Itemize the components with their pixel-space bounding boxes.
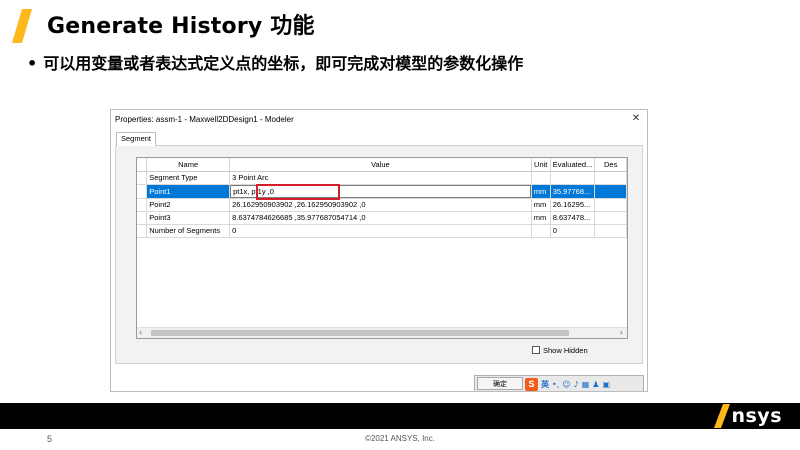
column-header-unit[interactable]: Unit — [531, 158, 551, 172]
cell-value[interactable]: 26.162950903902 ,26.162950903902 ,0 — [229, 198, 532, 212]
cell-value[interactable] — [229, 184, 532, 199]
cell-value[interactable]: 8.6374784626685 ,35.977687054714 ,0 — [229, 211, 532, 225]
cell-value[interactable]: 0 — [229, 224, 532, 238]
keyboard-icon[interactable]: ▦ — [582, 378, 590, 391]
table-row[interactable]: Point2 26.162950903902 ,26.162950903902 … — [137, 198, 627, 212]
table-row-selected[interactable]: Point1 mm 35.97768... — [137, 184, 627, 199]
cell-description — [594, 224, 627, 238]
table-row[interactable]: Point3 8.6374784626685 ,35.977687054714 … — [137, 211, 627, 225]
column-header-value[interactable]: Value — [229, 158, 532, 172]
cell-value[interactable]: 3 Point Arc — [229, 171, 532, 185]
footer-band: nsys — [0, 403, 800, 429]
toolbox-icon[interactable]: ▣ — [602, 378, 610, 391]
row-header — [137, 224, 148, 238]
horizontal-scrollbar[interactable]: ‹ › — [137, 327, 627, 338]
ansys-logo: nsys — [714, 403, 782, 429]
scroll-right-icon[interactable]: › — [620, 328, 623, 338]
cell-description — [594, 198, 627, 212]
row-header — [137, 198, 148, 212]
value-edit-field[interactable] — [230, 184, 531, 197]
table-row[interactable]: Number of Segments 0 0 — [137, 224, 627, 238]
slide-title: Generate History 功能 — [47, 14, 315, 39]
scrollbar-thumb[interactable] — [151, 330, 569, 336]
property-grid: Name Value Unit Evaluated... Des Segment… — [136, 157, 628, 339]
cell-name: Segment Type — [146, 171, 231, 185]
bullet-text: 可以用变量或者表达式定义点的坐标，即可完成对模型的参数化操作 — [43, 54, 524, 73]
ansys-logo-slash-icon — [714, 404, 731, 428]
ime-mode-label[interactable]: 英 — [541, 378, 549, 391]
emoji-icon[interactable]: ☺ — [562, 378, 570, 391]
cell-unit: mm — [531, 184, 551, 199]
property-table: Name Value Unit Evaluated... Des Segment… — [137, 158, 627, 238]
cell-name: Number of Segments — [146, 224, 231, 238]
dialog-footer: 确定 S 英 •, ☺ ♪ ▦ ♟ ▣ — [474, 375, 644, 391]
show-hidden-label: Show Hidden — [543, 346, 588, 355]
dialog-title: Properties: assm-1 - Maxwell2DDesign1 - … — [115, 115, 294, 124]
cell-evaluated: 0 — [550, 224, 596, 238]
close-icon[interactable]: ✕ — [629, 112, 643, 126]
ok-button[interactable]: 确定 — [477, 377, 523, 390]
cell-unit: mm — [531, 211, 551, 225]
cell-unit: mm — [531, 198, 551, 212]
table-row[interactable]: Segment Type 3 Point Arc — [137, 171, 627, 185]
column-header-name[interactable]: Name — [146, 158, 231, 172]
column-header-evaluated[interactable]: Evaluated... — [550, 158, 596, 172]
cell-evaluated: 8.637478... — [550, 211, 596, 225]
row-header-corner — [137, 158, 148, 172]
tab-segment[interactable]: Segment — [116, 132, 157, 146]
bullet-item: • 可以用变量或者表达式定义点的坐标，即可完成对模型的参数化操作 — [27, 50, 523, 74]
row-header — [137, 211, 148, 225]
row-header — [137, 171, 148, 185]
show-hidden-checkbox[interactable]: Show Hidden — [532, 346, 588, 355]
column-header-description[interactable]: Des — [594, 158, 627, 172]
scroll-left-icon[interactable]: ‹ — [139, 328, 142, 338]
punctuation-icon[interactable]: •, — [552, 378, 559, 391]
cell-name: Point1 — [146, 184, 231, 199]
checkbox-box[interactable] — [532, 346, 540, 354]
cell-description — [594, 211, 627, 225]
ime-toolbar: S 英 •, ☺ ♪ ▦ ♟ ▣ — [525, 377, 610, 391]
tab-strip: Segment — [115, 132, 643, 146]
ansys-logo-text: nsys — [731, 405, 782, 427]
cell-evaluated — [550, 171, 596, 185]
skin-icon[interactable]: ♟ — [592, 378, 599, 391]
row-header — [137, 184, 148, 199]
cell-evaluated: 35.97768... — [550, 184, 596, 199]
microphone-icon[interactable]: ♪ — [574, 378, 579, 391]
table-header-row: Name Value Unit Evaluated... Des — [137, 158, 627, 172]
cell-name: Point3 — [146, 211, 231, 225]
sogou-ime-icon[interactable]: S — [525, 377, 538, 391]
cell-name: Point2 — [146, 198, 231, 212]
cell-description — [594, 171, 627, 185]
bullet-dot: • — [27, 54, 38, 73]
cell-description — [594, 184, 627, 199]
cell-evaluated: 26.16295... — [550, 198, 596, 212]
cell-unit — [531, 171, 551, 185]
dialog-titlebar: Properties: assm-1 - Maxwell2DDesign1 - … — [111, 110, 647, 130]
title-accent-slash — [12, 9, 38, 43]
cell-unit — [531, 224, 551, 238]
copyright-text: ©2021 ANSYS, Inc. — [365, 434, 435, 443]
properties-dialog: Properties: assm-1 - Maxwell2DDesign1 - … — [110, 109, 648, 392]
